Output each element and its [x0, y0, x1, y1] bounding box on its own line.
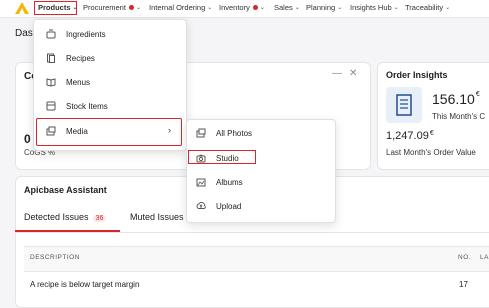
tab-label: Detected Issues	[24, 212, 89, 222]
minimize-icon[interactable]: —	[332, 68, 342, 79]
tab-detected-issues[interactable]: Detected Issues 36	[24, 212, 107, 222]
nav-item-insights-hub[interactable]: Insights Hub ⌄	[350, 3, 399, 12]
alert-dot-icon	[252, 5, 258, 10]
menu-item-media[interactable]: Media	[46, 126, 88, 136]
this-month-order-value: 156.10€	[432, 91, 480, 107]
submenu-item-all-photos[interactable]: All Photos	[196, 128, 252, 138]
media-icon	[46, 126, 56, 136]
ingredients-icon	[46, 29, 56, 39]
submenu-item-label: Albums	[216, 177, 243, 187]
nav-item-internal-ordering[interactable]: Internal Ordering ⌄	[149, 3, 212, 12]
chevron-down-icon: ⌄	[445, 5, 451, 11]
nav-item-label: Inventory	[219, 3, 250, 12]
value-text: 1,247.09	[386, 130, 429, 142]
tabs-divider	[15, 232, 489, 233]
last-month-label: Last Month's Order Value	[386, 148, 476, 157]
submenu-item-albums[interactable]: Albums	[196, 177, 243, 187]
issues-table-header	[24, 246, 489, 272]
nav-item-label: Internal Ordering	[149, 3, 206, 12]
menu-item-recipes[interactable]: Recipes	[46, 53, 95, 63]
nav-item-label: Products	[38, 3, 71, 12]
close-icon[interactable]: ✕	[349, 68, 357, 79]
chevron-right-icon: ›	[168, 125, 171, 135]
menu-item-label: Ingredients	[66, 29, 106, 39]
submenu-item-label: Studio	[216, 153, 239, 163]
camera-icon	[196, 153, 206, 163]
apicbase-logo-icon[interactable]	[15, 2, 29, 14]
chevron-down-icon: ⌄	[207, 5, 213, 11]
this-month-label: This Month's C	[432, 112, 486, 121]
issue-count: 17	[459, 280, 468, 289]
menus-icon	[46, 77, 56, 87]
issue-count-badge: 36	[92, 215, 107, 222]
menu-item-ingredients[interactable]: Ingredients	[46, 29, 106, 39]
menu-item-label: Stock Items	[66, 101, 108, 111]
submenu-item-studio[interactable]: Studio	[196, 153, 239, 163]
recipes-icon	[46, 53, 56, 63]
currency-symbol: €	[429, 130, 434, 137]
column-header-description[interactable]: DESCRIPTION	[30, 254, 80, 261]
nav-item-label: Procurement	[83, 3, 126, 12]
submenu-item-upload[interactable]: Upload	[196, 201, 241, 211]
menu-item-stock-items[interactable]: Stock Items	[46, 101, 108, 111]
albums-icon	[196, 177, 206, 187]
menu-item-menus[interactable]: Menus	[46, 77, 90, 87]
chevron-down-icon: ⌄	[294, 5, 300, 11]
order-insights-title: Order Insights	[386, 70, 448, 80]
issue-description[interactable]: A recipe is below target margin	[30, 280, 139, 289]
chevron-down-icon: ⌄	[337, 5, 343, 11]
column-header-no[interactable]: NO.	[458, 254, 471, 261]
nav-item-label: Planning	[306, 3, 336, 12]
alert-dot-icon	[128, 5, 134, 10]
nav-item-label: Insights Hub	[350, 3, 392, 12]
value-text: 156.10	[432, 91, 475, 107]
stock-items-icon	[46, 101, 56, 111]
chevron-down-icon: ⌄	[393, 5, 399, 11]
tab-muted-issues[interactable]: Muted Issues	[130, 212, 184, 222]
nav-item-inventory[interactable]: Inventory ⌄	[219, 3, 265, 12]
nav-item-procurement[interactable]: Procurement ⌄	[83, 3, 141, 12]
chevron-down-icon: ⌄	[135, 5, 141, 11]
nav-item-label: Traceability	[405, 3, 444, 12]
nav-item-products[interactable]: Products ⌄	[38, 3, 78, 12]
nav-item-planning[interactable]: Planning ⌄	[306, 3, 342, 12]
nav-item-sales[interactable]: Sales ⌄	[274, 3, 300, 12]
menu-item-label: Media	[66, 126, 88, 136]
upload-icon	[196, 201, 206, 211]
column-header-last[interactable]: LA	[480, 254, 489, 261]
cogs-value: 0	[24, 132, 31, 146]
photos-icon	[196, 128, 206, 138]
menu-item-label: Recipes	[66, 53, 95, 63]
submenu-item-label: All Photos	[216, 128, 253, 138]
submenu-item-label: Upload	[216, 201, 242, 211]
tab-label: Muted Issues	[130, 212, 184, 222]
nav-item-label: Sales	[274, 3, 293, 12]
menu-item-label: Menus	[66, 77, 91, 87]
last-month-order-value: 1,247.09€	[386, 130, 434, 142]
currency-symbol: €	[475, 91, 480, 98]
chevron-down-icon: ⌄	[259, 5, 265, 11]
chevron-down-icon: ⌄	[72, 5, 78, 11]
receipt-icon	[386, 87, 422, 123]
assistant-title: Apicbase Assistant	[24, 185, 107, 195]
nav-item-traceability[interactable]: Traceability ⌄	[405, 3, 450, 12]
